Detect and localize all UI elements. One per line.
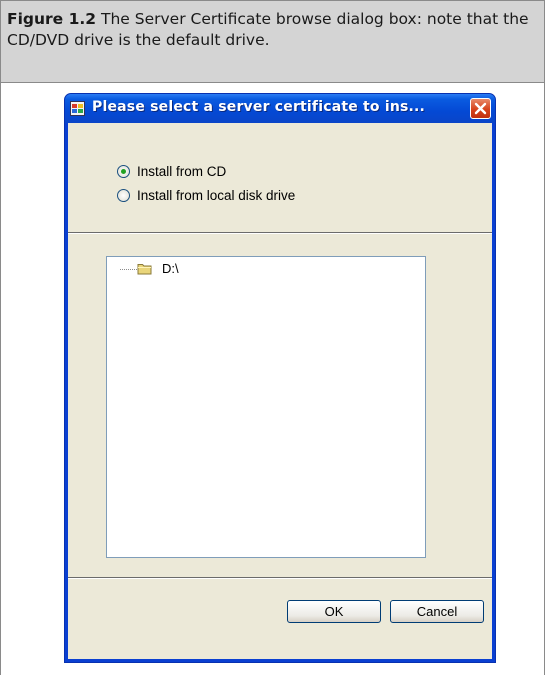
title-bar[interactable]: Please select a server certificate to in… [65,94,495,123]
radio-button-checked[interactable] [117,164,130,178]
tree-connector [120,269,137,271]
option-install-cd[interactable]: Install from CD [117,162,226,180]
tree-item-drive-d[interactable]: D:\ [162,261,179,276]
dialog-title: Please select a server certificate to in… [92,99,426,115]
option-install-local-disk[interactable]: Install from local disk drive [117,186,295,204]
cancel-button[interactable]: Cancel [390,600,484,623]
option-label: Install from CD [137,163,227,179]
separator-top [68,232,492,234]
application-icon [70,101,85,116]
radio-button[interactable] [117,188,130,202]
folder-tree-view[interactable]: D:\ [106,256,426,558]
option-label: Install from local disk drive [137,187,296,203]
dialog-body: Install from CD Install from local disk … [68,123,492,659]
ok-button[interactable]: OK [287,600,381,623]
separator-bottom [68,577,492,579]
certificate-dialog: Please select a server certificate to in… [64,93,496,663]
folder-icon [137,264,152,275]
close-button[interactable] [470,98,491,119]
figure-caption: Figure 1.2 The Server Certificate browse… [0,0,545,83]
close-icon [474,102,487,115]
figure-label: Figure 1.2 [7,10,97,28]
